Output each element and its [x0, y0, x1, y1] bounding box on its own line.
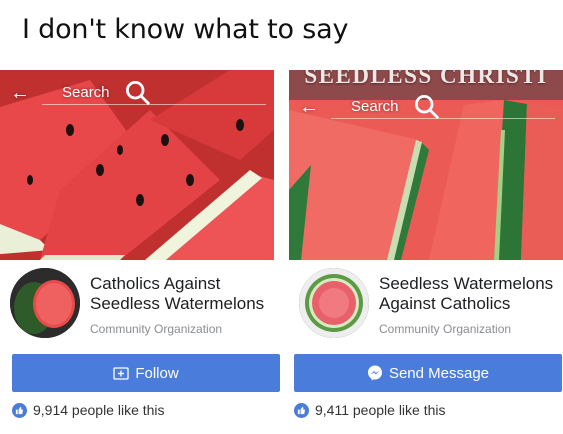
page-title-line-1: Catholics Against: [90, 274, 221, 293]
messenger-icon: [367, 365, 383, 381]
follow-button[interactable]: Follow: [12, 354, 280, 392]
page-title[interactable]: Seedless Watermelons Against Catholics: [379, 274, 563, 314]
thumbs-up-icon: [294, 402, 309, 418]
cover-text: SEEDLESS CHRISTI: [304, 70, 548, 88]
meme-caption: I don't know what to say: [22, 14, 349, 45]
like-count-text: 9,411 people like this: [315, 402, 446, 418]
page-category: Community Organization: [379, 322, 512, 336]
page-title-line-2: Seedless Watermelons: [90, 294, 265, 313]
page-top-bar: ← Search: [299, 94, 555, 120]
cover-photo: SEEDLESS CHRISTI ← Search: [289, 70, 563, 260]
avatar[interactable]: [10, 268, 80, 338]
page-title-line-1: Seedless Watermelons: [379, 274, 554, 293]
like-count: 9,914 people like this: [12, 402, 165, 418]
thumbs-up-icon: [12, 402, 27, 418]
page-top-bar: ← Search: [10, 80, 266, 106]
page-title[interactable]: Catholics Against Seedless Watermelons: [90, 274, 280, 314]
page-panel-right: SEEDLESS CHRISTI ← Search Seedless Water…: [289, 70, 563, 434]
follow-button-label: Follow: [135, 364, 179, 382]
send-message-button-label: Send Message: [388, 364, 490, 382]
page-panel-left: ← Search Catholics Against Seedless Wate…: [0, 70, 280, 434]
like-count: 9,411 people like this: [294, 402, 446, 418]
search-input[interactable]: Search: [331, 95, 555, 120]
page-category: Community Organization: [90, 322, 223, 336]
send-message-button[interactable]: Send Message: [294, 354, 562, 392]
cover-photo: ← Search: [0, 70, 274, 260]
page-title-line-2: Against Catholics: [379, 294, 511, 313]
like-count-text: 9,914 people like this: [33, 402, 165, 418]
search-input[interactable]: Search: [42, 81, 266, 106]
avatar[interactable]: [299, 268, 369, 338]
follow-icon: [113, 366, 129, 380]
